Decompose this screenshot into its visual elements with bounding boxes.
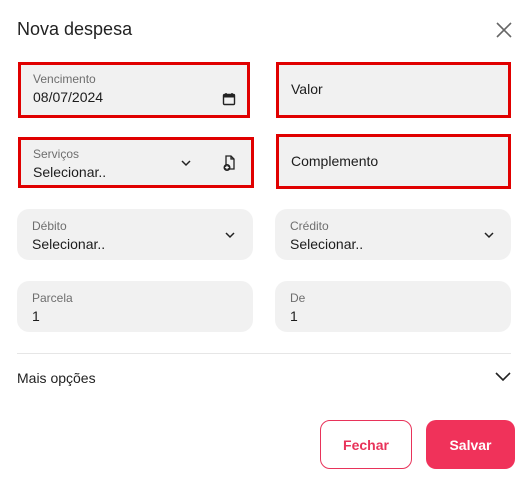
add-document-icon[interactable] [221,154,239,172]
chevron-down-icon [484,232,494,239]
complemento-input[interactable]: Complemento [276,134,511,189]
vencimento-label: Vencimento [33,72,96,86]
de-value: 1 [290,308,298,324]
parcela-input[interactable]: Parcela 1 [17,281,253,332]
vencimento-value: 08/07/2024 [33,89,104,105]
close-button[interactable]: Fechar [320,420,412,469]
more-options-toggle[interactable]: Mais opções [17,370,96,386]
debito-select[interactable]: Débito Selecionar.. [17,209,253,260]
valor-placeholder: Valor [291,81,323,97]
chevron-down-icon[interactable] [494,370,512,384]
complemento-placeholder: Complemento [291,153,379,169]
vencimento-field[interactable]: Vencimento 08/07/2024 [18,62,250,118]
debito-label: Débito [32,219,67,233]
chevron-down-icon [181,160,191,167]
credito-label: Crédito [290,219,329,233]
chevron-down-icon [225,232,235,239]
parcela-label: Parcela [32,291,73,305]
servicos-select[interactable]: Serviços Selecionar.. [18,137,254,188]
debito-value: Selecionar.. [32,236,106,252]
page-title: Nova despesa [17,19,133,39]
save-button[interactable]: Salvar [426,420,515,469]
divider [17,353,511,354]
credito-value: Selecionar.. [290,236,364,252]
close-icon[interactable] [492,18,516,42]
calendar-icon[interactable] [222,92,236,106]
servicos-label: Serviços [33,147,80,161]
de-label: De [290,291,306,305]
parcela-value: 1 [32,308,40,324]
servicos-value: Selecionar.. [33,164,107,180]
credito-select[interactable]: Crédito Selecionar.. [275,209,511,260]
de-input[interactable]: De 1 [275,281,511,332]
valor-input[interactable]: Valor [276,62,511,118]
